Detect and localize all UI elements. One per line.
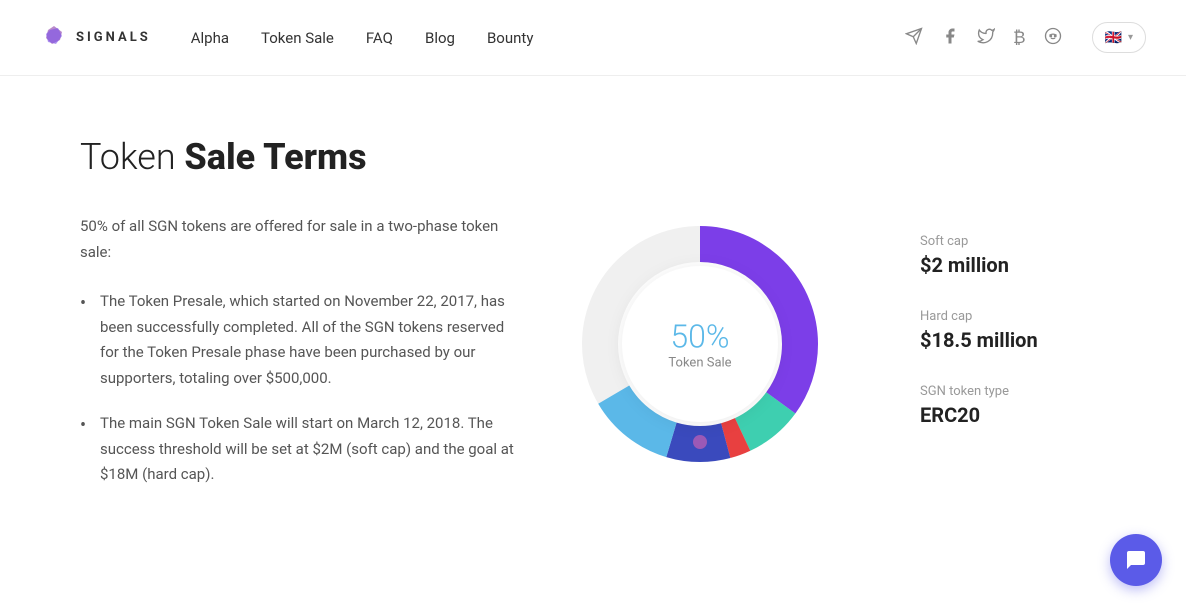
- stat-hard-cap-label: Hard cap: [920, 309, 1106, 324]
- chevron-down-icon: ▾: [1128, 32, 1133, 43]
- nav-blog[interactable]: Blog: [425, 29, 455, 47]
- bullet-list: The Token Presale, which started on Nove…: [80, 289, 520, 488]
- stat-soft-cap-label: Soft cap: [920, 234, 1106, 249]
- title-light: Token: [80, 136, 184, 178]
- logo-text: SIGNALS: [76, 30, 151, 45]
- reddit-icon[interactable]: [1044, 27, 1062, 49]
- twitter-icon[interactable]: [977, 27, 995, 49]
- intro-text: 50% of all SGN tokens are offered for sa…: [80, 214, 520, 265]
- stat-token-type: SGN token type ERC20: [920, 384, 1106, 427]
- bullet-item-2: The main SGN Token Sale will start on Ma…: [80, 411, 520, 488]
- nav-faq[interactable]: FAQ: [366, 29, 393, 47]
- nav-bounty[interactable]: Bounty: [487, 29, 533, 47]
- donut-chart: 50% Token Sale: [570, 214, 830, 474]
- bitcoin-icon[interactable]: ₿: [1013, 28, 1026, 48]
- donut-chart-area: 50% Token Sale: [560, 214, 840, 474]
- logo[interactable]: SIGNALS: [40, 24, 151, 52]
- facebook-icon[interactable]: [941, 27, 959, 49]
- bullet-item-1: The Token Presale, which started on Nove…: [80, 289, 520, 391]
- main-content: Token Sale Terms 50% of all SGN tokens a…: [0, 76, 1186, 568]
- stat-hard-cap-value: $18.5 million: [920, 328, 1106, 352]
- left-text-section: 50% of all SGN tokens are offered for sa…: [80, 214, 520, 508]
- stat-hard-cap: Hard cap $18.5 million: [920, 309, 1106, 352]
- chat-button[interactable]: [1110, 534, 1162, 586]
- stat-token-type-value: ERC20: [920, 403, 1106, 427]
- title-bold: Sale Terms: [184, 136, 366, 178]
- nav-alpha[interactable]: Alpha: [191, 29, 229, 47]
- navbar: SIGNALS Alpha Token Sale FAQ Blog Bounty…: [0, 0, 1186, 76]
- donut-label: Token Sale: [668, 356, 731, 371]
- stat-soft-cap: Soft cap $2 million: [920, 234, 1106, 277]
- chat-icon: [1124, 548, 1148, 572]
- nav-token-sale[interactable]: Token Sale: [261, 29, 334, 47]
- telegram-icon[interactable]: [905, 27, 923, 49]
- stats-area: Soft cap $2 million Hard cap $18.5 milli…: [880, 214, 1106, 427]
- social-icons: ₿ 🇬🇧 ▾: [905, 22, 1146, 53]
- content-area: 50% of all SGN tokens are offered for sa…: [80, 214, 1106, 508]
- stat-soft-cap-value: $2 million: [920, 253, 1106, 277]
- nav-links: Alpha Token Sale FAQ Blog Bounty: [191, 29, 905, 47]
- donut-center: 50% Token Sale: [668, 318, 731, 371]
- stat-token-type-label: SGN token type: [920, 384, 1106, 399]
- donut-percent: 50%: [668, 318, 731, 356]
- language-button[interactable]: 🇬🇧 ▾: [1092, 22, 1146, 53]
- flag-icon: 🇬🇧: [1105, 29, 1122, 46]
- page-title: Token Sale Terms: [80, 136, 1106, 178]
